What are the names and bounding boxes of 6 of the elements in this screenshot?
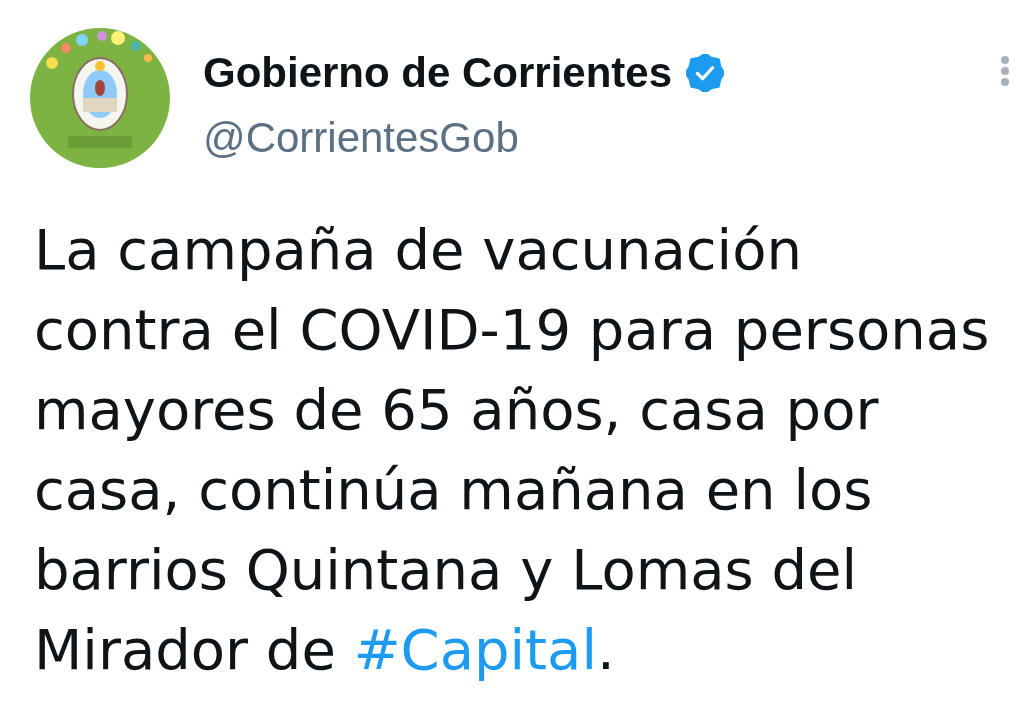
- account-handle[interactable]: @CorrientesGob: [203, 114, 725, 162]
- more-options-icon[interactable]: [1000, 55, 1010, 87]
- avatar-image[interactable]: [30, 28, 170, 168]
- account-name[interactable]: Gobierno de Corrientes: [203, 49, 673, 97]
- tweet-text: La campaña de vacunación contra el COVID-19 para personas mayores de 65 años, casa por casa, continúa mañana en los barrios Quintana y Lomas del Mirador de #Capital.: [33, 216, 991, 684]
- hashtag-link[interactable]: #Capital: [353, 617, 597, 682]
